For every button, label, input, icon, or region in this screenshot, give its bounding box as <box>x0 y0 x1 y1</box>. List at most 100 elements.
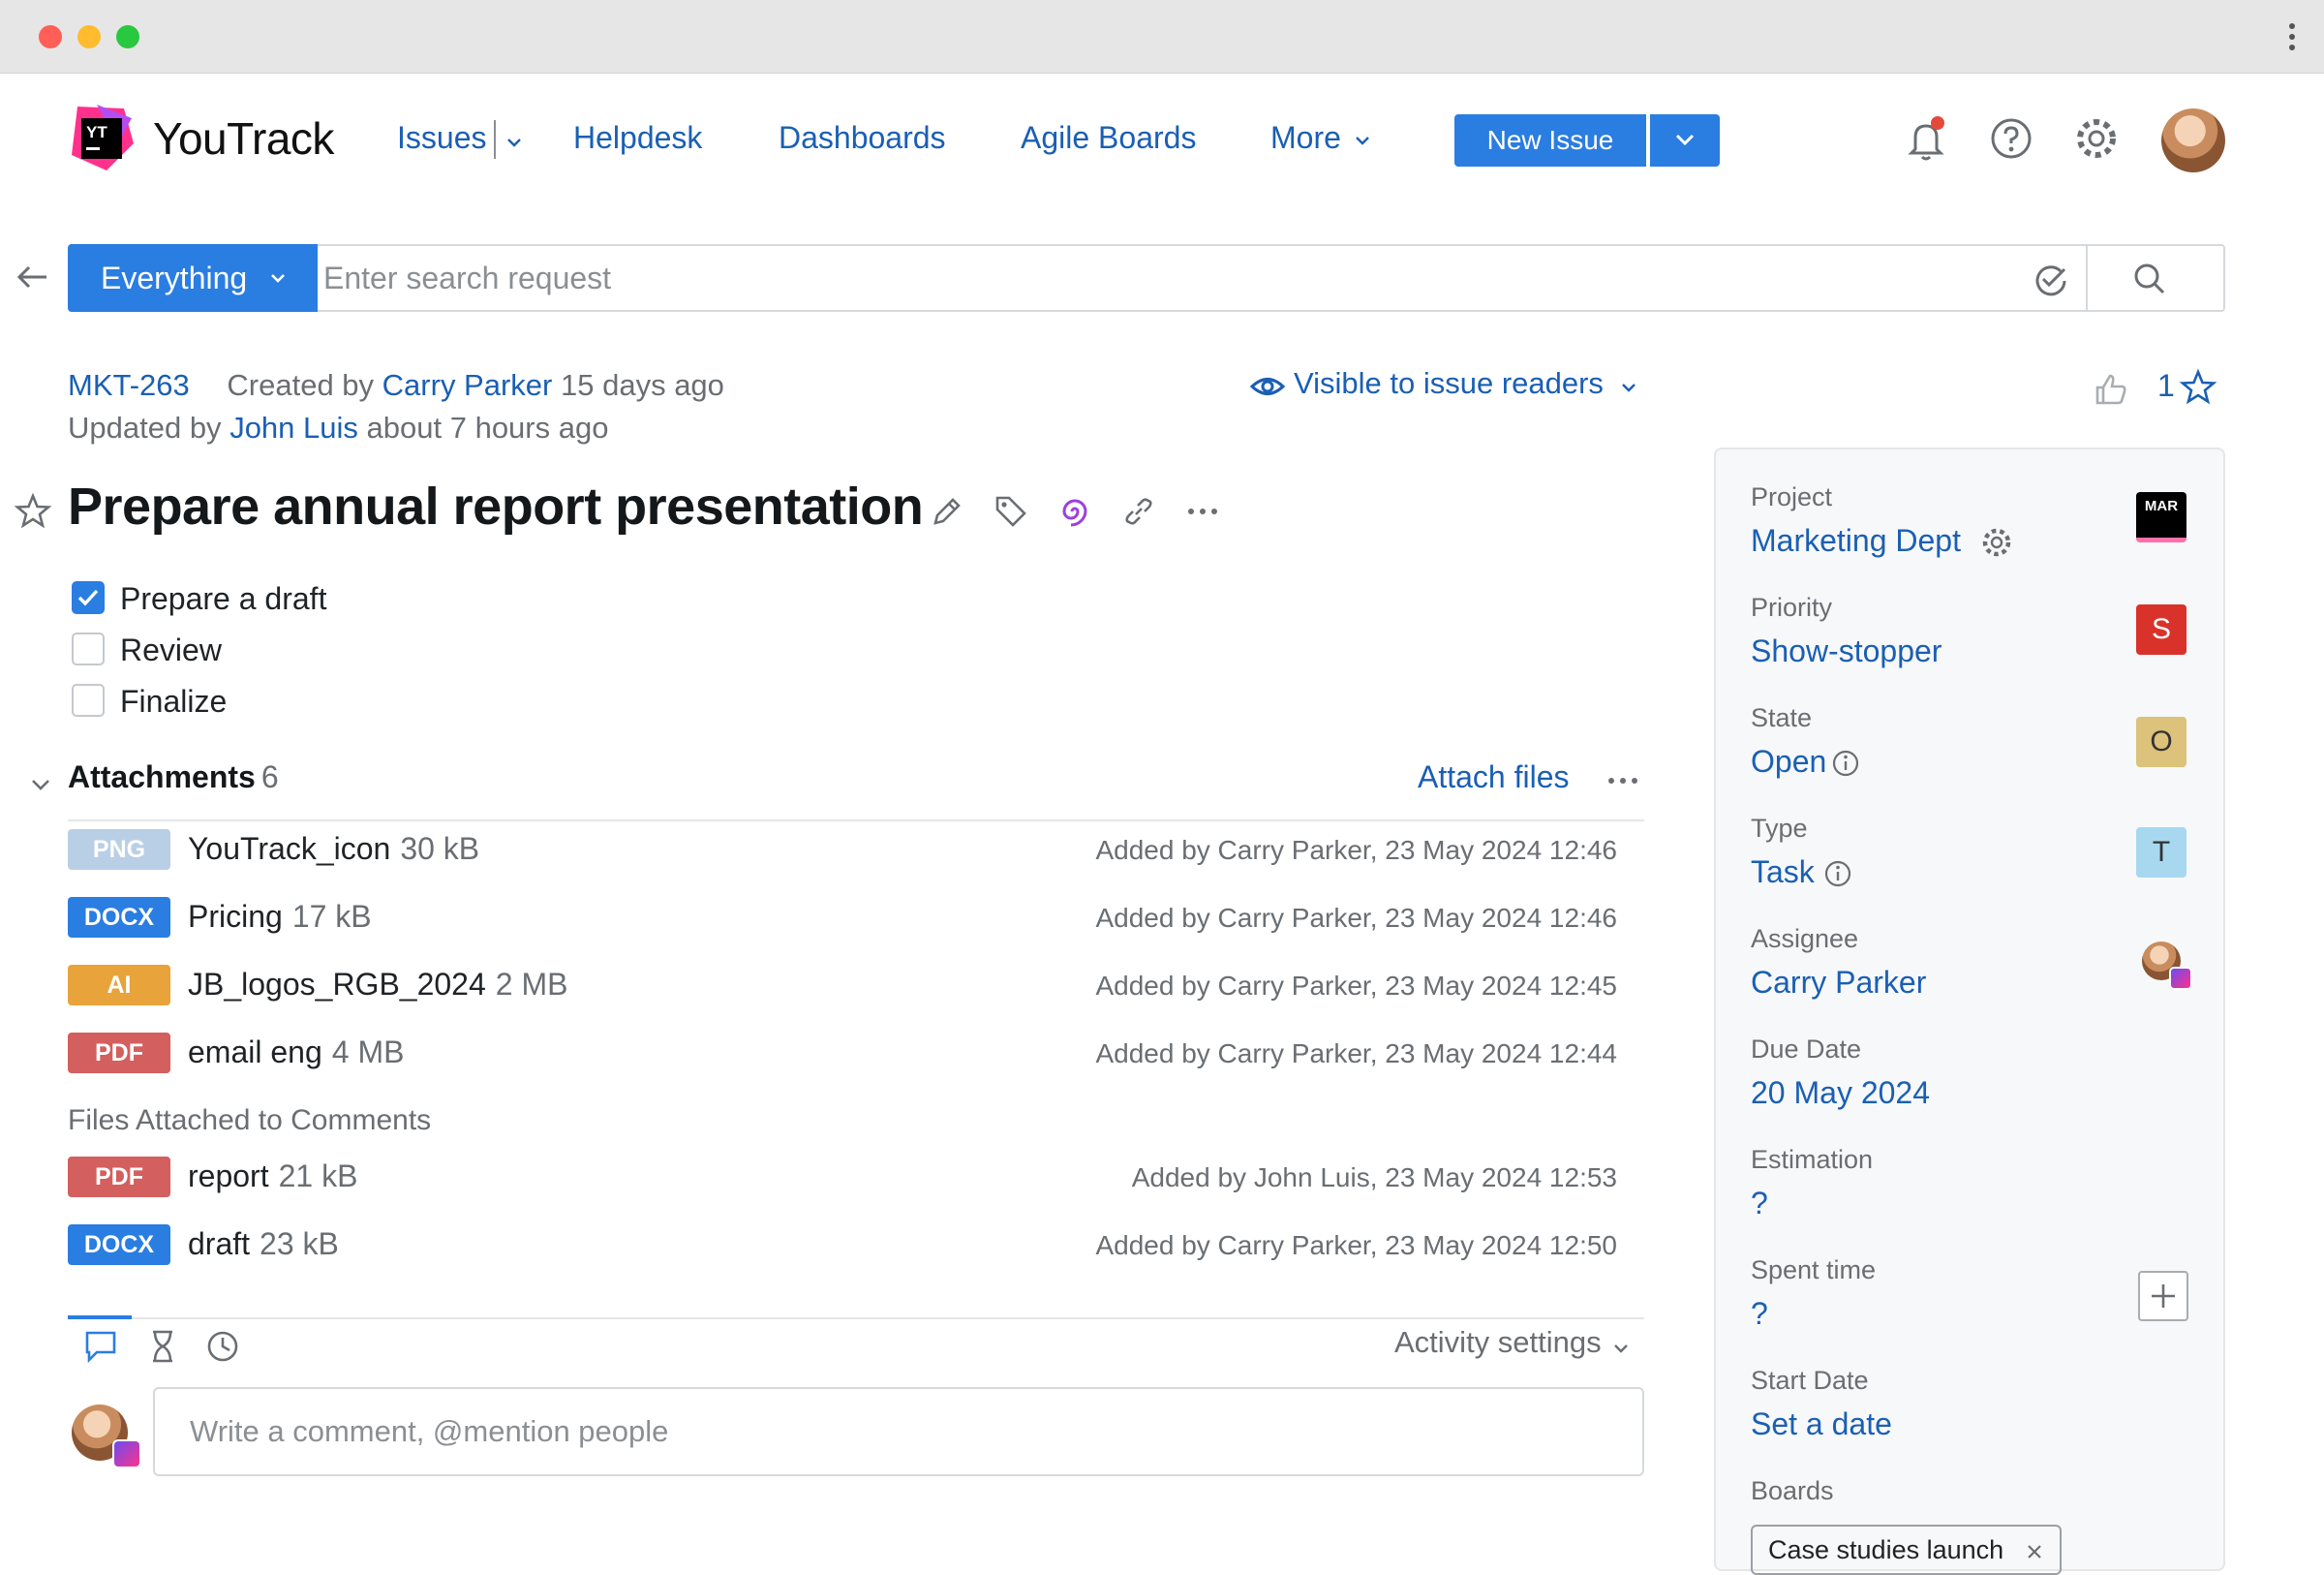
help-question-icon[interactable] <box>1985 112 2037 165</box>
file-name[interactable]: draft <box>188 1226 250 1261</box>
comment-files-heading: Files Attached to Comments <box>68 1104 432 1136</box>
file-added-info: Added by Carry Parker, 23 May 2024 12:46 <box>1095 835 1617 865</box>
attachment-row[interactable]: PDF report 21 kB Added by John Luis, 23 M… <box>68 1153 1617 1199</box>
attachment-row[interactable]: AI JB_logos_RGB_2024 2 MB Added by Carry … <box>68 961 1617 1007</box>
file-added-info: Added by Carry Parker, 23 May 2024 12:46 <box>1095 903 1617 933</box>
back-arrow-icon[interactable] <box>14 260 52 294</box>
file-name[interactable]: YouTrack_icon <box>188 831 390 866</box>
window-menu-icon[interactable] <box>2289 23 2295 50</box>
field-label-spent-time: Spent time <box>1751 1255 1877 1284</box>
file-name[interactable]: JB_logos_RGB_2024 <box>188 967 486 1002</box>
board-tag-label: Case studies launch <box>1768 1535 2004 1564</box>
attachment-row[interactable]: DOCX Pricing 17 kB Added by Carry Parker,… <box>68 893 1617 940</box>
nav-helpdesk[interactable]: Helpdesk <box>573 120 702 156</box>
chevron-down-icon <box>271 274 285 283</box>
file-type-badge: DOCX <box>68 897 170 938</box>
activity-settings-label: Activity settings <box>1394 1325 1602 1359</box>
field-value-state[interactable]: Open <box>1751 744 1826 780</box>
notifications-bell-icon[interactable] <box>1900 112 1952 165</box>
more-actions-icon[interactable] <box>1183 492 1222 531</box>
youtrack-badge-icon <box>2169 967 2192 990</box>
brand-name: YouTrack <box>153 113 334 164</box>
search-input[interactable] <box>323 250 2105 306</box>
edit-pencil-icon[interactable] <box>928 492 966 531</box>
settings-gear-icon[interactable] <box>2070 112 2123 165</box>
state-info-icon[interactable] <box>1830 748 1861 779</box>
tab-history-clock-icon[interactable] <box>203 1327 242 1366</box>
field-value-estimation[interactable]: ? <box>1751 1186 1768 1221</box>
nav-dashboards[interactable]: Dashboards <box>779 120 946 156</box>
checkbox-unchecked[interactable] <box>72 633 105 665</box>
type-info-icon[interactable] <box>1822 858 1853 889</box>
field-value-project[interactable]: Marketing Dept <box>1751 523 1961 559</box>
remove-tag-close-icon[interactable] <box>2025 1542 2044 1561</box>
add-spent-time-button[interactable] <box>2138 1271 2188 1321</box>
file-name[interactable]: email eng <box>188 1035 322 1069</box>
attachments-more-icon[interactable] <box>1604 761 1642 800</box>
nav-issues[interactable]: Issues <box>397 120 486 156</box>
file-name[interactable]: report <box>188 1158 269 1193</box>
attachment-row[interactable]: PNG YouTrack_icon 30 kB Added by Carry Pa… <box>68 825 1617 872</box>
attachment-row[interactable]: DOCX draft 23 kB Added by Carry Parker, 2… <box>68 1220 1617 1267</box>
field-label-priority: Priority <box>1751 593 1833 622</box>
tag-icon[interactable] <box>992 492 1030 531</box>
field-value-assignee[interactable]: Carry Parker <box>1751 965 1926 1001</box>
ai-assistant-spiral-icon[interactable] <box>1055 492 1094 531</box>
user-avatar[interactable] <box>2161 108 2225 172</box>
created-by-link[interactable]: Carry Parker <box>382 368 553 402</box>
collapse-chevron-icon[interactable] <box>27 771 54 798</box>
close-window-button[interactable] <box>39 25 62 48</box>
activity-settings-dropdown[interactable]: Activity settings <box>1394 1325 1631 1364</box>
link-icon[interactable] <box>1119 492 1158 531</box>
priority-badge: S <box>2136 604 2186 655</box>
checkbox-checked[interactable] <box>72 581 105 614</box>
field-label-state: State <box>1751 703 1813 732</box>
comment-input[interactable]: Write a comment, @mention people <box>153 1387 1644 1476</box>
divider <box>68 819 1644 821</box>
new-issue-dropdown-button[interactable] <box>1650 114 1720 167</box>
visibility-dropdown[interactable]: Visible to issue readers <box>1249 366 1656 407</box>
file-size: 30 kB <box>400 831 480 866</box>
new-issue-button[interactable]: New Issue <box>1454 114 1646 167</box>
file-type-badge: PNG <box>68 829 170 870</box>
maximize-window-button[interactable] <box>116 25 139 48</box>
file-type-badge: PDF <box>68 1157 170 1197</box>
updated-by-link[interactable]: John Luis <box>229 411 358 445</box>
nav-agile-boards[interactable]: Agile Boards <box>1021 120 1196 156</box>
updated-ago: about 7 hours ago <box>366 411 609 445</box>
attach-files-link[interactable]: Attach files <box>1418 759 1570 795</box>
field-value-spent-time[interactable]: ? <box>1751 1296 1768 1332</box>
field-value-due-date[interactable]: 20 May 2024 <box>1751 1075 1930 1111</box>
project-settings-gear-icon[interactable] <box>1979 525 2014 560</box>
file-name[interactable]: Pricing <box>188 899 283 934</box>
checkbox-unchecked[interactable] <box>72 684 105 717</box>
type-badge: T <box>2136 827 2186 878</box>
saved-search-check-icon[interactable] <box>2032 260 2070 298</box>
search-context-dropdown[interactable]: Everything <box>68 244 318 312</box>
youtrack-logo-icon[interactable]: YT <box>68 105 136 172</box>
favorite-star-icon[interactable] <box>14 492 52 531</box>
created-ago: 15 days ago <box>561 368 724 402</box>
attachment-row[interactable]: PDF email eng 4 MB Added by Carry Parker,… <box>68 1029 1617 1075</box>
field-value-type[interactable]: Task <box>1751 854 1815 890</box>
logo-text: YT <box>86 123 107 141</box>
state-badge: O <box>2136 717 2186 767</box>
search-context-label: Everything <box>101 261 248 295</box>
thumbs-up-icon[interactable] <box>2092 370 2130 409</box>
tab-work-items-hourglass-icon[interactable] <box>143 1327 182 1366</box>
more-chevron-down-icon[interactable] <box>1352 130 1373 151</box>
board-tag[interactable]: Case studies launch <box>1751 1525 2062 1575</box>
nav-more[interactable]: More <box>1270 120 1341 156</box>
issues-chevron-down-icon[interactable] <box>504 132 525 153</box>
checklist-item-label: Finalize <box>120 684 228 719</box>
checkmark-icon <box>77 589 99 606</box>
file-size: 17 kB <box>291 899 372 934</box>
issue-fields-panel: Project Marketing Dept MAR Priority Show… <box>1714 448 2225 1575</box>
minimize-window-button[interactable] <box>77 25 101 48</box>
field-value-priority[interactable]: Show-stopper <box>1751 633 1942 669</box>
tab-comments-icon[interactable] <box>81 1327 120 1366</box>
search-icon[interactable] <box>2130 260 2169 298</box>
field-value-start-date[interactable]: Set a date <box>1751 1406 1892 1442</box>
star-vote-icon[interactable] <box>2179 368 2217 407</box>
issue-id-link[interactable]: MKT-263 <box>68 368 190 402</box>
